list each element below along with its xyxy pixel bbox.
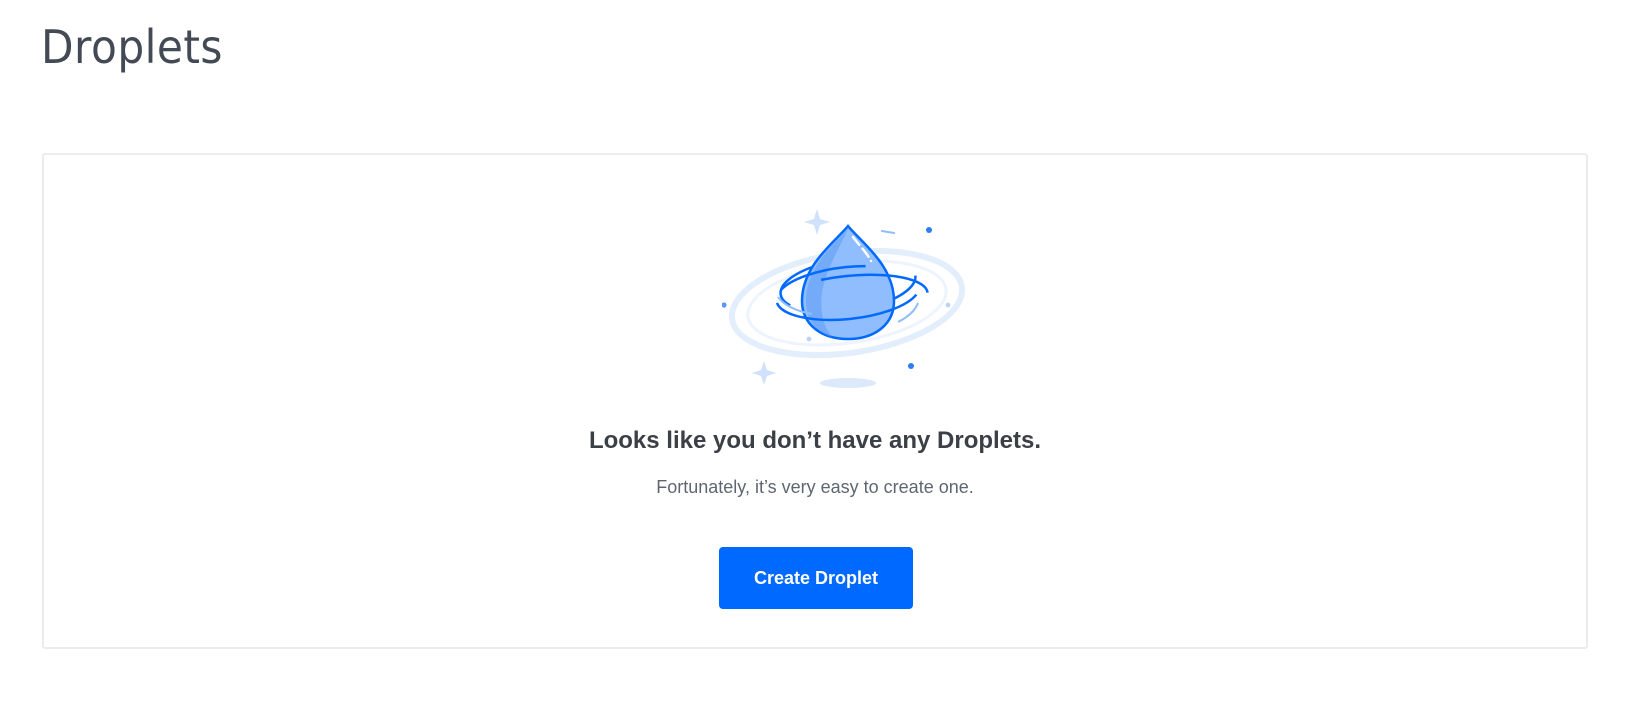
empty-state-heading: Looks like you don’t have any Droplets. [588, 427, 1042, 454]
droplet-icon [722, 209, 966, 388]
droplets-page: Droplets Looks like you don’t have any D… [0, 0, 1642, 720]
page-title: Droplets [41, 20, 223, 74]
empty-state-card: Looks like you don’t have any Droplets. … [42, 153, 1588, 649]
empty-state-subheading: Fortunately, it’s very easy to create on… [656, 477, 974, 497]
create-droplet-button[interactable]: Create Droplet [719, 547, 913, 609]
